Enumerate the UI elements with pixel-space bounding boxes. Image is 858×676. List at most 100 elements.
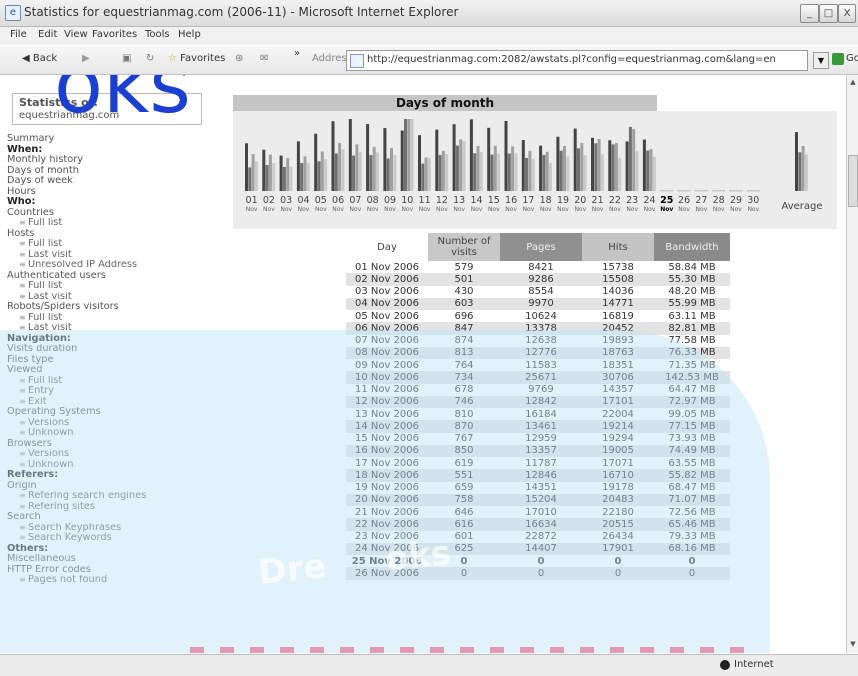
cell-visits: 625 — [428, 542, 500, 555]
mail-icon[interactable]: ✉ — [260, 53, 268, 64]
sidebar-link[interactable]: Last visit — [7, 250, 217, 261]
sidebar-link[interactable]: Hours — [7, 187, 217, 198]
sidebar-link[interactable]: Last visit — [7, 292, 217, 303]
bar-number-of-visits — [296, 141, 300, 191]
cell-bandwidth: 72.56 MB — [668, 506, 716, 518]
bar-bandwidth — [566, 156, 570, 191]
sidebar-link[interactable]: Pages not found — [7, 575, 217, 586]
bar-empty — [666, 190, 670, 192]
sidebar-link[interactable]: Full list — [7, 376, 217, 387]
tick-label-month: Nov — [505, 206, 517, 213]
address-bar[interactable]: http://equestrianmag.com:2082/awstats.pl… — [346, 50, 808, 71]
sidebar-link[interactable]: Robots/Spiders visitors — [7, 302, 217, 313]
sidebar-link[interactable]: Viewed — [7, 365, 217, 376]
cell-bandwidth: 79.33 MB — [668, 531, 716, 543]
sidebar-link[interactable]: Unknown — [7, 460, 217, 471]
cell-day: 20 Nov 2006 — [346, 493, 428, 506]
back-button[interactable]: ◀ Back — [22, 53, 57, 64]
cell-pages: 11787 — [525, 457, 557, 469]
sidebar-link[interactable]: Full list — [7, 313, 217, 324]
maximize-button[interactable]: □ — [819, 4, 838, 23]
sidebar-link[interactable]: Refering search engines — [7, 491, 217, 502]
bar-empty — [739, 190, 743, 192]
sidebar-link[interactable]: Days of month — [7, 166, 217, 177]
sidebar-link[interactable]: Browsers — [7, 439, 217, 450]
sidebar-link[interactable]: HTTP Error codes — [7, 565, 217, 576]
address-url: http://equestrianmag.com:2082/awstats.pl… — [367, 54, 776, 65]
cell-pages: 8554 — [528, 286, 554, 298]
bar-hits — [459, 139, 463, 191]
refresh-icon[interactable]: ↻ — [146, 53, 154, 64]
menu-edit[interactable]: Edit — [38, 29, 57, 40]
bar-bandwidth — [341, 149, 345, 191]
cell-hits: 22004 — [602, 408, 634, 420]
sidebar-link[interactable]: Full list — [7, 239, 217, 250]
sidebar-link[interactable]: Days of week — [7, 176, 217, 187]
sidebar-link[interactable]: Hosts — [7, 229, 217, 240]
sidebar-link[interactable]: Search Keyphrases — [7, 523, 217, 534]
toolbar-overflow-chevron[interactable]: » — [294, 48, 300, 59]
sidebar-link[interactable]: Search Keywords — [7, 533, 217, 544]
bar-hits — [614, 142, 618, 191]
sidebar-link[interactable]: Operating Systems — [7, 407, 217, 418]
sidebar-link[interactable]: Unresolved IP Address — [7, 260, 217, 271]
forward-icon[interactable]: ▶ — [82, 53, 90, 64]
cell-pages: 15204 — [500, 493, 582, 506]
bar-hits — [338, 143, 342, 191]
sidebar-link[interactable]: Summary — [7, 134, 217, 145]
address-dropdown-icon[interactable]: ▼ — [813, 52, 829, 69]
scroll-up-icon[interactable]: ▲ — [848, 77, 858, 87]
favorites-button[interactable]: ☆ Favorites — [168, 53, 225, 64]
bar-pages — [369, 155, 373, 191]
menu-favorites[interactable]: Favorites — [92, 29, 137, 40]
menu-file[interactable]: File — [10, 29, 27, 40]
vertical-scrollbar[interactable]: ▲ ▼ — [846, 75, 858, 653]
cell-visits: 734 — [428, 371, 500, 384]
go-arrow-icon[interactable] — [832, 53, 844, 65]
window-titlebar: e Statistics for equestrianmag.com (2006… — [0, 0, 858, 27]
sidebar-link[interactable]: Files type — [7, 355, 217, 366]
bar-number-of-visits — [625, 141, 629, 191]
minimize-button[interactable]: _ — [800, 4, 819, 23]
sidebar-link[interactable]: Versions — [7, 418, 217, 429]
sidebar-link[interactable]: Origin — [7, 481, 217, 492]
sidebar-link[interactable]: Authenticated users — [7, 271, 217, 282]
tick-label-month: Nov — [471, 206, 483, 213]
sidebar-link[interactable]: Miscellaneous — [7, 554, 217, 565]
cell-bandwidth: 76.33 MB — [654, 346, 730, 359]
stats-site: equestrianmag.com — [19, 110, 120, 121]
sidebar-link[interactable]: Versions — [7, 449, 217, 460]
cell-hits: 20452 — [582, 322, 654, 335]
cell-day: 22 Nov 2006 — [346, 518, 428, 531]
sidebar-link[interactable]: Last visit — [7, 323, 217, 334]
scroll-down-icon[interactable]: ▼ — [848, 639, 858, 649]
scroll-thumb[interactable] — [848, 155, 858, 207]
history-icon[interactable]: ⊛ — [235, 53, 243, 64]
sidebar-link[interactable]: Search — [7, 512, 217, 523]
sidebar-link[interactable]: Monthly history — [7, 155, 217, 166]
go-label[interactable]: Go — [846, 53, 858, 64]
bar-number-of-visits — [279, 155, 283, 191]
tick-label-month: Nov — [280, 206, 292, 213]
menu-tools[interactable]: Tools — [145, 29, 170, 40]
menu-help[interactable]: Help — [178, 29, 201, 40]
sidebar-link[interactable]: Countries — [7, 208, 217, 219]
cell-day: 18 Nov 2006 — [346, 469, 428, 482]
bar-pages — [559, 150, 563, 191]
sidebar-link[interactable]: Unknown — [7, 428, 217, 439]
cell-pages: 0 — [537, 555, 545, 567]
sidebar-link[interactable]: Full list — [7, 281, 217, 292]
sidebar-link[interactable]: Entry — [7, 386, 217, 397]
tick-label-month: Nov — [713, 206, 725, 213]
stop-icon[interactable]: ▣ — [122, 53, 131, 64]
sidebar-link[interactable]: Visits duration — [7, 344, 217, 355]
menu-view[interactable]: View — [64, 29, 88, 40]
tick-label-month: Nov — [696, 206, 708, 213]
sidebar-link[interactable]: Refering sites — [7, 502, 217, 513]
cell-pages: 10624 — [525, 310, 557, 322]
sidebar-link[interactable]: Full list — [7, 218, 217, 229]
close-button[interactable]: X — [838, 4, 856, 23]
sidebar-link[interactable]: Exit — [7, 397, 217, 408]
table-row: 08 Nov 2006 813 12776 18763 76.33 MB — [346, 346, 730, 359]
bar-empty — [718, 190, 722, 192]
